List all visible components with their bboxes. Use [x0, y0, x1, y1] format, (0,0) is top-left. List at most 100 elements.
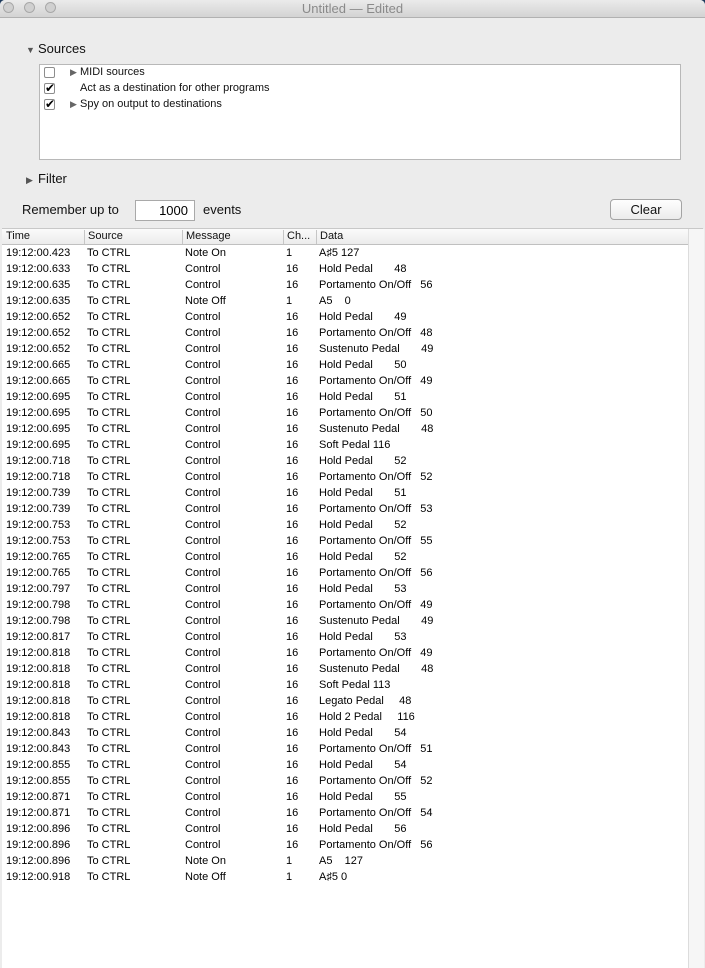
cell-message: Control	[185, 631, 221, 643]
table-row[interactable]: 19:12:00.765 To CTRL Control 16 Hold Pedal 5…	[2, 549, 688, 565]
table-row[interactable]: 19:12:00.739 To CTRL Control 16 Portamento O…	[2, 501, 688, 517]
triangle-right-icon[interactable]: ▶	[70, 67, 77, 78]
table-row[interactable]: 19:12:00.918 To CTRL Note Off 1 A♯5 0	[2, 869, 688, 885]
table-row[interactable]: 19:12:00.665 To CTRL Control 16 Hold Pedal 5…	[2, 357, 688, 373]
cell-time: 19:12:00.871	[6, 807, 71, 819]
cell-time: 19:12:00.896	[6, 823, 71, 835]
cell-source: To CTRL	[87, 519, 131, 531]
cell-message: Control	[185, 359, 221, 371]
cell-source: To CTRL	[87, 487, 131, 499]
cell-source: To CTRL	[87, 775, 131, 787]
table-row[interactable]: 19:12:00.798 To CTRL Control 16 Portamento O…	[2, 597, 688, 613]
table-row[interactable]: 19:12:00.818 To CTRL Control 16 Soft Pedal 1…	[2, 677, 688, 693]
table-row[interactable]: 19:12:00.718 To CTRL Control 16 Portamento O…	[2, 469, 688, 485]
vertical-scrollbar[interactable]	[688, 229, 704, 968]
table-row[interactable]: 19:12:00.896 To CTRL Control 16 Hold Pedal 5…	[2, 821, 688, 837]
cell-channel: 16	[286, 823, 299, 835]
table-row[interactable]: 19:12:00.765 To CTRL Control 16 Portamento O…	[2, 565, 688, 581]
cell-message: Control	[185, 311, 221, 323]
column-header-time[interactable]: Time	[6, 230, 30, 244]
table-row[interactable]: 19:12:00.753 To CTRL Control 16 Hold Pedal 5…	[2, 517, 688, 533]
table-row[interactable]: 19:12:00.635 To CTRL Note Off 1 A5 0	[2, 293, 688, 309]
table-row[interactable]: 19:12:00.896 To CTRL Control 16 Portamento O…	[2, 837, 688, 853]
cell-data: Portamento On/Off 52	[319, 471, 433, 483]
cell-message: Control	[185, 823, 221, 835]
table-row[interactable]: 19:12:00.843 To CTRL Control 16 Hold Pedal 5…	[2, 725, 688, 741]
cell-channel: 16	[286, 711, 299, 723]
table-row[interactable]: 19:12:00.633 To CTRL Control 16 Hold Pedal 4…	[2, 261, 688, 277]
table-row[interactable]: 19:12:00.652 To CTRL Control 16 Portamento O…	[2, 325, 688, 341]
cell-channel: 16	[286, 439, 299, 451]
table-row[interactable]: 19:12:00.665 To CTRL Control 16 Portamento O…	[2, 373, 688, 389]
table-row[interactable]: 19:12:00.818 To CTRL Control 16 Portamento O…	[2, 645, 688, 661]
table-row[interactable]: 19:12:00.695 To CTRL Control 16 Soft Pedal 1…	[2, 437, 688, 453]
cell-time: 19:12:00.739	[6, 487, 71, 499]
table-row[interactable]: 19:12:00.818 To CTRL Control 16 Sustenuto Pe…	[2, 661, 688, 677]
cell-source: To CTRL	[87, 631, 131, 643]
cell-time: 19:12:00.855	[6, 775, 71, 787]
cell-message: Control	[185, 487, 221, 499]
column-header-message[interactable]: Message	[182, 230, 231, 244]
table-row[interactable]: 19:12:00.652 To CTRL Control 16 Sustenuto Pe…	[2, 341, 688, 357]
filter-disclosure[interactable]: ▶ Filter	[26, 171, 67, 186]
table-row[interactable]: 19:12:00.652 To CTRL Control 16 Hold Pedal 4…	[2, 309, 688, 325]
cell-source: To CTRL	[87, 551, 131, 563]
clear-button[interactable]: Clear	[610, 199, 682, 220]
table-row[interactable]: 19:12:00.817 To CTRL Control 16 Hold Pedal 5…	[2, 629, 688, 645]
cell-source: To CTRL	[87, 327, 131, 339]
cell-source: To CTRL	[87, 727, 131, 739]
cell-time: 19:12:00.753	[6, 535, 71, 547]
table-row[interactable]: 19:12:00.798 To CTRL Control 16 Sustenuto Pe…	[2, 613, 688, 629]
column-header-source[interactable]: Source	[84, 230, 123, 244]
table-row[interactable]: 19:12:00.896 To CTRL Note On 1 A5 127	[2, 853, 688, 869]
cell-channel: 16	[286, 279, 299, 291]
cell-time: 19:12:00.635	[6, 295, 71, 307]
cell-message: Control	[185, 551, 221, 563]
cell-time: 19:12:00.797	[6, 583, 71, 595]
cell-source: To CTRL	[87, 647, 131, 659]
triangle-right-icon[interactable]: ▶	[70, 99, 77, 110]
cell-time: 19:12:00.765	[6, 567, 71, 579]
midi-sources-checkbox[interactable]	[44, 67, 55, 78]
cell-message: Control	[185, 791, 221, 803]
app-window: Untitled — Edited ▼ Sources ▶ MIDI source…	[0, 0, 705, 968]
table-row[interactable]: 19:12:00.423 To CTRL Note On 1 A♯5 127	[2, 245, 688, 261]
table-row[interactable]: 19:12:00.871 To CTRL Control 16 Hold Pedal 5…	[2, 789, 688, 805]
column-header-data[interactable]: Data	[316, 230, 343, 244]
cell-channel: 16	[286, 343, 299, 355]
spy-output-checkbox[interactable]: ✔	[44, 97, 56, 111]
table-row[interactable]: 19:12:00.695 To CTRL Control 16 Portamento O…	[2, 405, 688, 421]
table-row[interactable]: 19:12:00.843 To CTRL Control 16 Portamento O…	[2, 741, 688, 757]
table-row[interactable]: 19:12:00.855 To CTRL Control 16 Hold Pedal 5…	[2, 757, 688, 773]
table-row[interactable]: 19:12:00.818 To CTRL Control 16 Hold 2 Pedal…	[2, 709, 688, 725]
cell-source: To CTRL	[87, 391, 131, 403]
table-row[interactable]: 19:12:00.695 To CTRL Control 16 Hold Pedal 5…	[2, 389, 688, 405]
column-header-channel[interactable]: Ch...	[283, 230, 310, 244]
table-row[interactable]: 19:12:00.818 To CTRL Control 16 Legato Pedal…	[2, 693, 688, 709]
table-row[interactable]: 19:12:00.753 To CTRL Control 16 Portamento O…	[2, 533, 688, 549]
table-row[interactable]: 19:12:00.797 To CTRL Control 16 Hold Pedal 5…	[2, 581, 688, 597]
cell-source: To CTRL	[87, 759, 131, 771]
cell-data: Sustenuto Pedal 49	[319, 343, 434, 355]
table-row[interactable]: 19:12:00.855 To CTRL Control 16 Portamento O…	[2, 773, 688, 789]
table-row[interactable]: 19:12:00.635 To CTRL Control 16 Portamento O…	[2, 277, 688, 293]
cell-channel: 16	[286, 791, 299, 803]
cell-source: To CTRL	[87, 663, 131, 675]
cell-message: Control	[185, 263, 221, 275]
checkmark-icon: ✔	[45, 97, 56, 111]
cell-channel: 1	[286, 855, 293, 867]
table-row[interactable]: 19:12:00.871 To CTRL Control 16 Portamento O…	[2, 805, 688, 821]
table-row[interactable]: 19:12:00.739 To CTRL Control 16 Hold Pedal 5…	[2, 485, 688, 501]
table-row[interactable]: 19:12:00.718 To CTRL Control 16 Hold Pedal 5…	[2, 453, 688, 469]
table-row[interactable]: 19:12:00.695 To CTRL Control 16 Sustenuto Pe…	[2, 421, 688, 437]
cell-source: To CTRL	[87, 791, 131, 803]
cell-message: Control	[185, 279, 221, 291]
cell-source: To CTRL	[87, 407, 131, 419]
cell-source: To CTRL	[87, 535, 131, 547]
event-limit-field[interactable]: 1000	[135, 200, 195, 221]
destination-checkbox[interactable]: ✔	[44, 82, 55, 94]
sources-disclosure[interactable]: ▼ Sources	[26, 41, 86, 56]
cell-time: 19:12:00.423	[6, 247, 71, 259]
cell-data: Hold Pedal 56	[319, 823, 407, 835]
cell-data: Portamento On/Off 49	[319, 375, 433, 387]
